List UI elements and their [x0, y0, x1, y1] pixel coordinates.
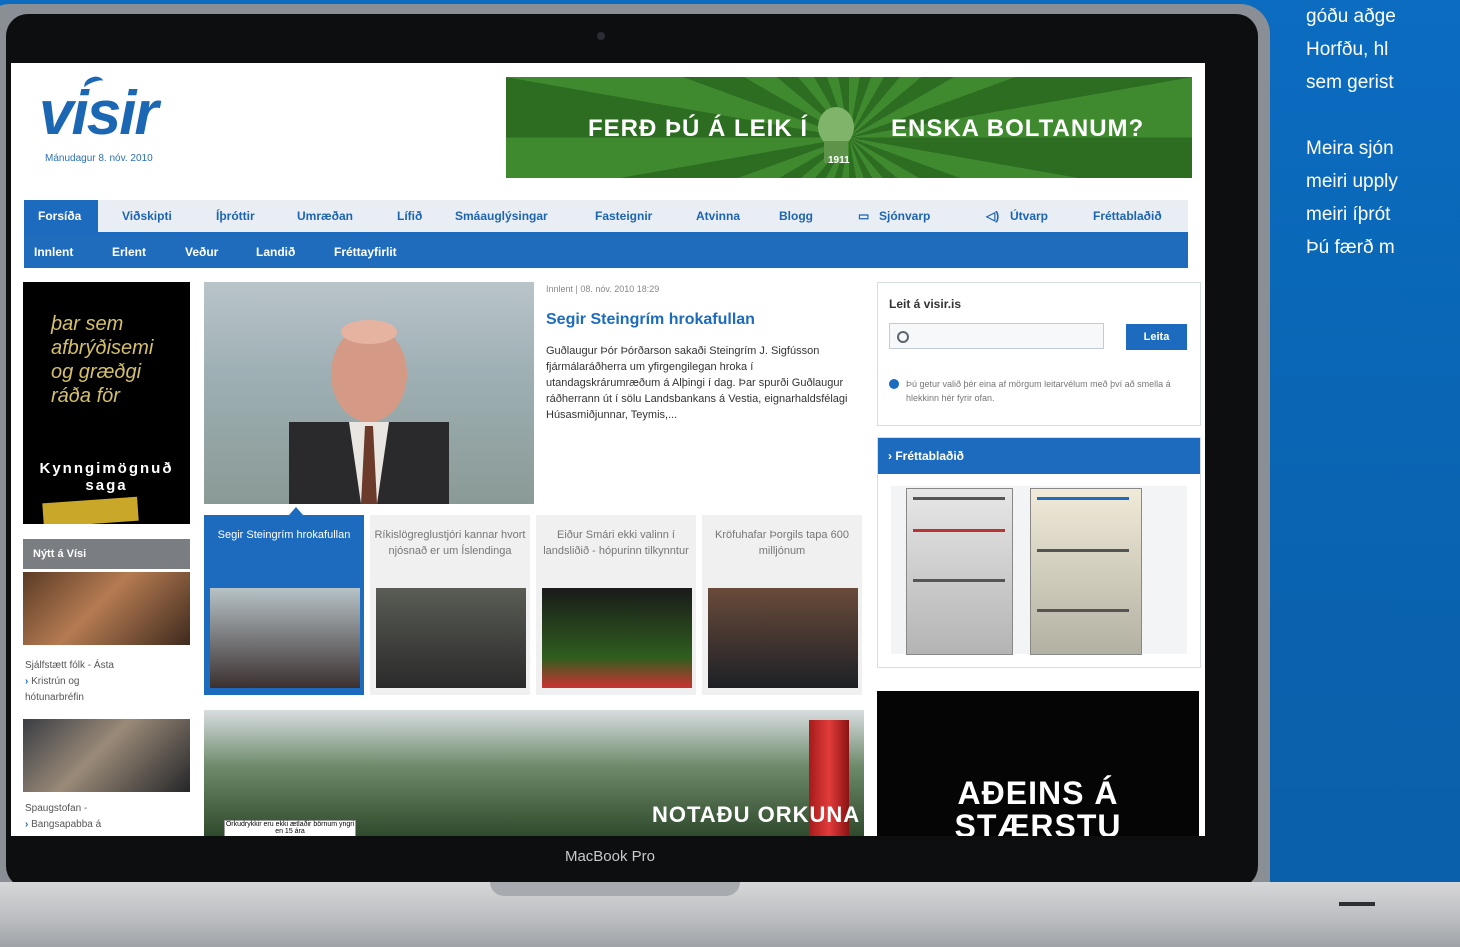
dark-ad-headline: AÐEINS Á STÆRSTU — [954, 775, 1122, 837]
side-copy-line: Þú færð m — [1306, 237, 1395, 258]
carousel-item[interactable]: Segir Steingrím hrokafullan — [204, 515, 364, 695]
subnav-landid[interactable]: Landið — [256, 245, 295, 259]
camera-icon — [597, 32, 605, 40]
laptop-screen: visir Mánudagur 8. nóv. 2010 FERÐ ÞÚ Á L… — [11, 63, 1205, 836]
nav-tab-fasteignir[interactable]: Fasteignir — [595, 209, 652, 223]
lion-icon: 1911 — [818, 107, 854, 166]
lead-article-photo[interactable] — [204, 282, 534, 504]
search-help-text: Þú getur valið þér eina af mörgum leitar… — [906, 379, 1171, 403]
nav-tab-sjonvarp[interactable]: Sjónvarp — [879, 209, 930, 223]
article-summary: Guðlaugur Þór Þórðarson sakaði Steingrím… — [546, 345, 848, 421]
svg-text:1911: 1911 — [828, 155, 850, 166]
laptop-indicator — [1339, 902, 1375, 906]
article-title-link[interactable]: Segir Steingrím hrokafullan — [546, 311, 755, 329]
book-ad-tagline: þar sem afbrýðisemi og græðgi ráða för — [51, 313, 154, 407]
search-button[interactable]: Leita — [1126, 324, 1187, 350]
nav-tab-ithrottir[interactable]: Íþróttir — [216, 209, 255, 223]
nytt-item-photo[interactable] — [23, 572, 190, 645]
side-copy-line: meiri upply — [1306, 171, 1398, 192]
carousel-item[interactable]: Eiður Smári ekki valinn í landsliðið - h… — [536, 515, 696, 695]
search-input[interactable] — [889, 323, 1104, 349]
nytt-section-header: Nýtt á Vísi — [23, 539, 190, 569]
search-panel: Leit á visir.is Leita Þú getur valið þér… — [877, 282, 1201, 426]
subnav-innlent[interactable]: Innlent — [34, 245, 73, 259]
search-icon — [897, 331, 909, 343]
nytt-item-photo[interactable] — [23, 719, 190, 792]
carousel-photo — [376, 588, 526, 688]
carousel-item[interactable]: Kröfuhafar Þorgils tapa 600 milljónum — [702, 515, 862, 695]
book-ad-subtitle: Kynngimögnuð saga — [39, 460, 174, 494]
secondary-nav: Innlent Erlent Veður Landið Fréttayfirli… — [24, 235, 1188, 268]
nav-tab-vidskipti[interactable]: Viðskipti — [122, 209, 172, 223]
nav-tab-atvinna[interactable]: Atvinna — [696, 209, 740, 223]
nav-tab-lifid[interactable]: Lífið — [397, 209, 422, 223]
nav-tab-umraedan[interactable]: Umræðan — [297, 209, 353, 223]
headline-carousel: Segir Steingrím hrokafullan Ríkislögregl… — [204, 515, 864, 695]
site-date: Mánudagur 8. nóv. 2010 — [45, 153, 153, 164]
newspaper-page-thumb[interactable] — [1030, 488, 1142, 655]
site-logo[interactable]: visir — [39, 83, 159, 145]
active-thumb-pointer — [289, 507, 303, 515]
side-copy-line: Meira sjón — [1306, 138, 1394, 159]
side-copy-line: Horfðu, hl — [1306, 39, 1389, 60]
side-copy-line: sem gerist — [1306, 72, 1394, 93]
search-title: Leit á visir.is — [889, 297, 962, 311]
laptop-brand-label: MacBook Pro — [564, 848, 656, 865]
nav-tab-forsida[interactable]: Forsíða — [38, 209, 82, 223]
nav-tab-blogg[interactable]: Blogg — [779, 209, 813, 223]
article-meta: Innlent | 08. nóv. 2010 18:29 — [546, 284, 660, 294]
energy-ad-disclaimer: Orkudrykkir eru ekki ætlaðir börnum yngr… — [224, 820, 356, 836]
subnav-vedur[interactable]: Veður — [185, 245, 218, 259]
nytt-item-caption[interactable]: Spaugstofan - › Bangsapabba á — [25, 801, 185, 833]
nav-tab-smaauglysingar[interactable]: Smáauglýsingar — [455, 209, 548, 223]
carousel-item[interactable]: Ríkislögreglustjóri kannar hvort njósnað… — [370, 515, 530, 695]
carousel-photo — [542, 588, 692, 688]
carousel-photo — [210, 588, 360, 688]
nytt-item-caption[interactable]: Sjálfstætt fólk - Ásta › Kristrún og hót… — [25, 658, 185, 706]
laptop-notch — [490, 882, 740, 896]
nav-tab-frettabladid[interactable]: Fréttablaðið — [1093, 209, 1162, 223]
top-banner-ad[interactable]: FERÐ ÞÚ Á LEIK Í 1911 ENSKA BOLTANUM? — [506, 77, 1192, 178]
info-icon — [889, 379, 899, 389]
newspaper-page-thumb[interactable] — [906, 488, 1013, 655]
energy-drink-ad[interactable]: NOTAÐU ORKUNA Orkudrykkir eru ekki ætlað… — [204, 710, 864, 836]
nav-tab-utvarp[interactable]: Útvarp — [1010, 209, 1048, 223]
book-ad-cover-stripe — [42, 496, 139, 524]
side-copy-line: góðu aðge — [1306, 6, 1396, 27]
frettabladid-header[interactable]: › Fréttablaðið — [878, 438, 1200, 474]
dark-promo-ad[interactable]: AÐEINS Á STÆRSTU — [877, 691, 1199, 836]
left-book-ad[interactable]: þar sem afbrýðisemi og græðgi ráða för K… — [23, 282, 190, 524]
portrait-photo — [289, 320, 449, 504]
frettabladid-panel: › Fréttablaðið — [877, 437, 1201, 668]
side-copy-line: meiri íþrót — [1306, 204, 1391, 225]
banner-text-left: FERÐ ÞÚ Á LEIK Í — [588, 115, 809, 142]
primary-nav: Forsíða Viðskipti Íþróttir Umræðan Lífið… — [24, 200, 1188, 235]
side-marketing-copy: góðu aðge Horfðu, hl sem gerist Meira sj… — [1306, 0, 1460, 330]
radio-icon: ◁) — [986, 209, 1000, 223]
subnav-erlent[interactable]: Erlent — [112, 245, 146, 259]
energy-ad-slogan: NOTAÐU ORKUNA — [652, 802, 861, 827]
carousel-photo — [708, 588, 858, 688]
banner-text-right: ENSKA BOLTANUM? — [891, 115, 1145, 142]
subnav-frettayfirlit[interactable]: Fréttayfirlit — [334, 245, 397, 259]
tv-icon: ▭ — [858, 209, 870, 223]
